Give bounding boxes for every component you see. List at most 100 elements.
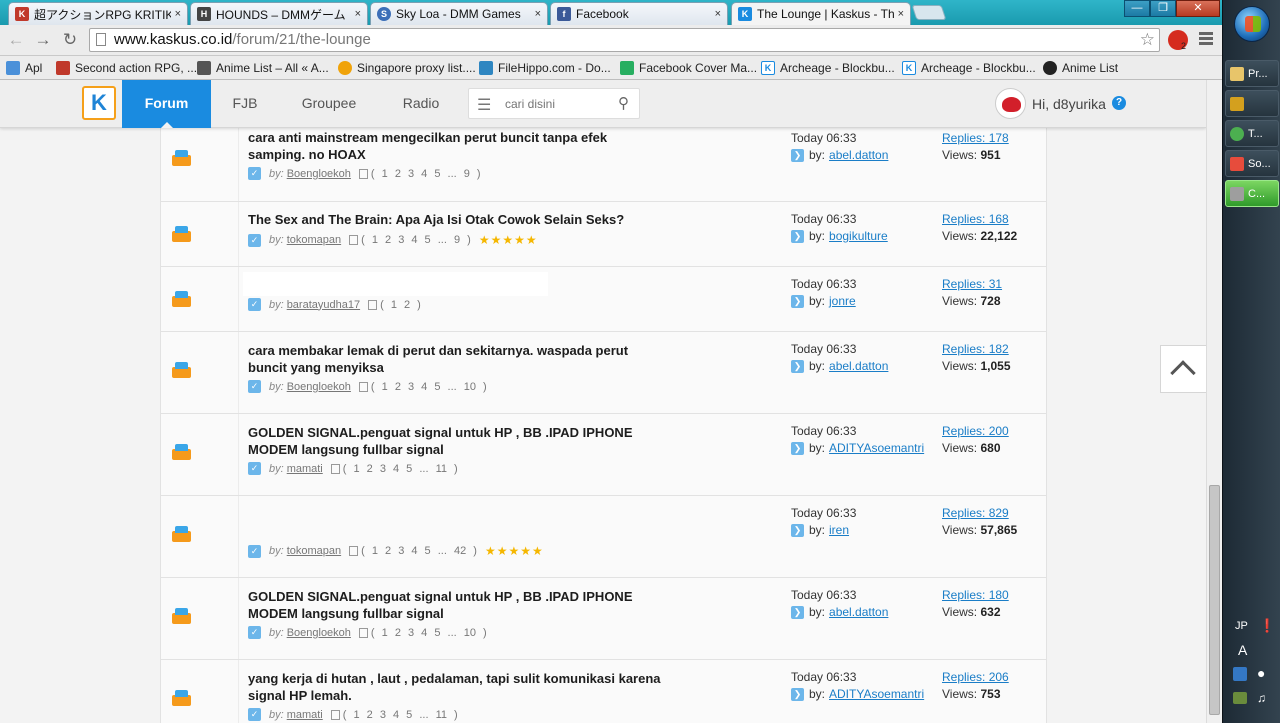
last-post-author[interactable]: ADITYAsoemantri: [829, 686, 924, 703]
tab-close-icon[interactable]: ×: [535, 8, 541, 20]
taskbar-item[interactable]: [1225, 90, 1279, 117]
go-to-last-post-icon[interactable]: ❯: [791, 524, 804, 537]
alert-icon[interactable]: ❗: [1259, 618, 1275, 634]
replies-link[interactable]: Replies: 180: [942, 588, 1009, 602]
back-arrow-icon[interactable]: ←: [5, 29, 27, 51]
bookmark-filehippo[interactable]: FileHippo.com - Do...: [479, 59, 611, 77]
water-drop-icon[interactable]: ●: [1257, 665, 1265, 681]
bookmark-anime-list-all[interactable]: Anime List – All « A...: [197, 59, 329, 77]
bookmark-star-icon[interactable]: ☆: [1140, 29, 1155, 51]
user-greeting[interactable]: Hi, d8yurika: [1032, 96, 1106, 112]
replies-link[interactable]: Replies: 829: [942, 506, 1009, 520]
bookmark-archeage-2[interactable]: K Archeage - Blockbu...: [902, 59, 1036, 77]
thread-author[interactable]: tokomapan: [287, 234, 341, 246]
tab-kaskus-lounge[interactable]: K The Lounge | Kaskus - The ×: [731, 2, 911, 25]
tab-skyloa[interactable]: S Sky Loa - DMM Games ×: [370, 2, 548, 25]
last-post-author[interactable]: jonre: [829, 293, 856, 310]
thread-pages[interactable]: ( 1 2 3 4 5 ... 10 ): [371, 381, 487, 393]
thread-author[interactable]: Boengloekoh: [287, 627, 351, 639]
tab-hounds[interactable]: H HOUNDS – DMMゲーム ×: [190, 2, 368, 25]
last-post-author[interactable]: bogikulture: [829, 228, 888, 245]
thread-author[interactable]: Boengloekoh: [287, 381, 351, 393]
tab-facebook[interactable]: f Facebook ×: [550, 2, 728, 25]
search-input[interactable]: [505, 95, 605, 113]
tab-close-icon[interactable]: ×: [898, 8, 904, 20]
tab-kritika[interactable]: K 超アクションRPG KRITIKA ×: [8, 2, 188, 25]
scroll-to-top-button[interactable]: [1160, 345, 1206, 393]
tray-app-icon[interactable]: [1233, 667, 1247, 681]
avatar[interactable]: [995, 88, 1026, 119]
thread-pages[interactable]: ( 1 2 3 4 5 ... 11 ): [343, 709, 458, 721]
maximize-button[interactable]: ❐: [1150, 0, 1176, 17]
last-post-author[interactable]: abel.datton: [829, 604, 888, 621]
thread-title[interactable]: cara membakar lemak di perut dan sekitar…: [248, 342, 658, 376]
ime-icon[interactable]: A: [1238, 642, 1247, 658]
thread-pages[interactable]: ( 1 2 ): [380, 299, 421, 311]
thread-author[interactable]: tokomapan: [287, 545, 341, 557]
menu-icon[interactable]: [1199, 32, 1213, 46]
bookmark-archeage-1[interactable]: K Archeage - Blockbu...: [761, 59, 895, 77]
search-icon[interactable]: ⚲: [618, 94, 629, 112]
taskbar-item[interactable]: C...: [1225, 180, 1279, 207]
taskbar-item[interactable]: T...: [1225, 120, 1279, 147]
last-post-author[interactable]: iren: [829, 522, 849, 539]
last-post-author[interactable]: abel.datton: [829, 147, 888, 164]
thread-pages[interactable]: ( 1 2 3 4 5 ... 9 ): [371, 168, 481, 180]
new-tab-button[interactable]: [911, 5, 947, 20]
thread-title[interactable]: cara anti mainstream mengecilkan perut b…: [248, 129, 658, 163]
forward-arrow-icon[interactable]: →: [32, 29, 54, 51]
thread-pages[interactable]: ( 1 2 3 4 5 ... 42 ): [361, 545, 477, 557]
go-to-last-post-icon[interactable]: ❯: [791, 295, 804, 308]
thread-pages[interactable]: ( 1 2 3 4 5 ... 11 ): [343, 463, 458, 475]
nav-forum[interactable]: Forum: [122, 80, 211, 128]
help-icon[interactable]: ?: [1112, 96, 1126, 110]
replies-link[interactable]: Replies: 31: [942, 277, 1002, 291]
minimize-button[interactable]: —: [1124, 0, 1150, 17]
go-to-last-post-icon[interactable]: ❯: [791, 442, 804, 455]
thread-author[interactable]: mamati: [287, 709, 323, 721]
thread-pages[interactable]: ( 1 2 3 4 5 ... 9 ): [361, 234, 471, 246]
thread-title-blank[interactable]: [243, 272, 548, 296]
last-post-author[interactable]: abel.datton: [829, 358, 888, 375]
start-button[interactable]: [1234, 6, 1270, 42]
thread-title[interactable]: GOLDEN SIGNAL.penguat signal untuk HP , …: [248, 588, 658, 622]
taskbar-item[interactable]: So...: [1225, 150, 1279, 177]
replies-link[interactable]: Replies: 182: [942, 342, 1009, 356]
bookmark-singapore-proxy[interactable]: Singapore proxy list....: [338, 59, 476, 77]
reload-icon[interactable]: ↻: [59, 29, 81, 51]
list-icon[interactable]: ☰: [477, 95, 491, 115]
kaskus-logo[interactable]: K: [82, 86, 116, 120]
extension-icon[interactable]: 2: [1168, 30, 1188, 51]
taskbar-item[interactable]: Pr...: [1225, 60, 1279, 87]
nav-groupee[interactable]: Groupee: [290, 80, 368, 128]
go-to-last-post-icon[interactable]: ❯: [791, 606, 804, 619]
replies-link[interactable]: Replies: 178: [942, 131, 1009, 145]
go-to-last-post-icon[interactable]: ❯: [791, 230, 804, 243]
thread-author[interactable]: Boengloekoh: [287, 168, 351, 180]
go-to-last-post-icon[interactable]: ❯: [791, 360, 804, 373]
replies-link[interactable]: Replies: 206: [942, 670, 1009, 684]
nav-radio[interactable]: Radio: [392, 80, 450, 128]
last-post-author[interactable]: ADITYAsoemantri: [829, 440, 924, 457]
address-bar[interactable]: www.kaskus.co.id/forum/21/the-lounge ☆: [89, 28, 1160, 52]
thread-pages[interactable]: ( 1 2 3 4 5 ... 10 ): [371, 627, 487, 639]
thread-title[interactable]: The Sex and The Brain: Apa Aja Isi Otak …: [248, 211, 668, 228]
page-scrollbar[interactable]: [1206, 80, 1222, 723]
tab-close-icon[interactable]: ×: [715, 8, 721, 20]
replies-link[interactable]: Replies: 200: [942, 424, 1009, 438]
tab-close-icon[interactable]: ×: [355, 8, 361, 20]
thread-title[interactable]: yang kerja di hutan , laut , pedalaman, …: [248, 670, 678, 704]
tab-close-icon[interactable]: ×: [175, 8, 181, 20]
go-to-last-post-icon[interactable]: ❯: [791, 688, 804, 701]
go-to-last-post-icon[interactable]: ❯: [791, 149, 804, 162]
bookmark-apps[interactable]: Apl: [6, 59, 42, 77]
bookmark-facebook-cover[interactable]: Facebook Cover Ma...: [620, 59, 757, 77]
scrollbar-thumb[interactable]: [1209, 485, 1220, 715]
thread-author[interactable]: baratayudha17: [287, 299, 360, 311]
volume-icon[interactable]: ♫: [1257, 691, 1266, 705]
close-window-button[interactable]: ✕: [1176, 0, 1220, 17]
thread-author[interactable]: mamati: [287, 463, 323, 475]
thread-title[interactable]: GOLDEN SIGNAL.penguat signal untuk HP , …: [248, 424, 658, 458]
bookmark-second-action-rpg[interactable]: Second action RPG, ...: [56, 59, 197, 77]
nav-fjb[interactable]: FJB: [222, 80, 268, 128]
